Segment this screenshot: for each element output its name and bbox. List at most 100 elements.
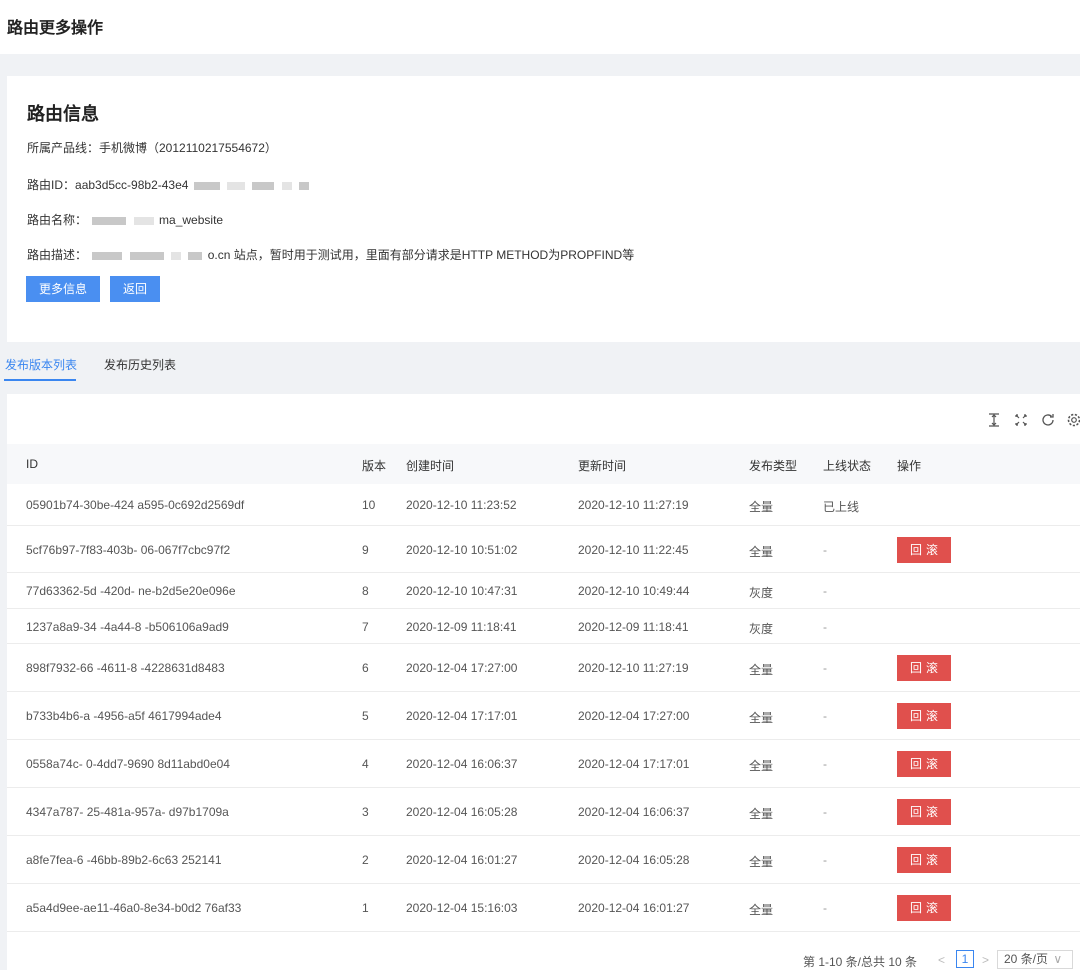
page-header: 路由更多操作 xyxy=(0,0,1080,54)
cell-created: 2020-12-10 10:47:31 xyxy=(406,584,518,598)
cell-release-type: 全量 xyxy=(749,807,774,821)
reload-icon[interactable] xyxy=(1039,412,1057,430)
redaction-mark xyxy=(129,251,164,260)
route-desc-row: 路由描述： o.cn 站点，暂时用于测试用，里面有部分请求是HTTP METHO… xyxy=(27,246,634,263)
redaction-mark xyxy=(193,181,220,190)
page-title: 路由更多操作 xyxy=(7,20,104,37)
cell-created: 2020-12-10 11:23:52 xyxy=(406,498,517,512)
cell-online-status: - xyxy=(823,661,827,675)
column-header-created: 创建时间 xyxy=(406,459,455,473)
more-info-button[interactable]: 更多信息 xyxy=(26,276,101,302)
back-button[interactable]: 返回 xyxy=(110,276,161,302)
tab-release-history[interactable]: 发布历史列表 xyxy=(104,356,176,373)
cell-updated: 2020-12-09 11:18:41 xyxy=(578,620,689,634)
cell-online-status: - xyxy=(823,853,827,867)
redaction-mark xyxy=(252,181,275,190)
tab-release-versions[interactable]: 发布版本列表 xyxy=(5,356,77,373)
rollback-button[interactable]: 回滚 xyxy=(897,655,951,681)
cell-online-status: - xyxy=(823,901,827,915)
cell-id: 1237a8a9-34 -4a44-8 -b506106a9ad9 xyxy=(26,620,229,634)
table-row: a8fe7fea-6 -46bb-89b2-6c63 252141 2 2020-1… xyxy=(7,836,1080,884)
cell-release-type: 全量 xyxy=(749,663,774,677)
next-page-icon[interactable]: > xyxy=(982,953,989,967)
active-tab-indicator xyxy=(4,379,76,381)
cell-id: 0558a74c- 0-4dd7-9690 8d11abd0e04 xyxy=(26,757,230,771)
cell-version: 1 xyxy=(362,901,369,915)
table-header: ID 版本 创建时间 更新时间 发布类型 上线状态 操作 xyxy=(7,444,1080,484)
cell-release-type: 全量 xyxy=(749,759,774,773)
cell-created: 2020-12-04 17:17:01 xyxy=(406,709,518,723)
page-size-select[interactable]: 20 条/页 ∨ xyxy=(997,950,1073,969)
table-row: 898f7932-66 -4611-8 -4228631d8483 6 2020-1… xyxy=(7,644,1080,692)
rollback-button[interactable]: 回滚 xyxy=(897,799,951,825)
rollback-button[interactable]: 回滚 xyxy=(897,703,951,729)
cell-id: 898f7932-66 -4611-8 -4228631d8483 xyxy=(26,661,225,675)
prev-page-icon[interactable]: < xyxy=(938,953,945,967)
redaction-mark xyxy=(281,181,292,190)
table-row: a5a4d9ee-ae11-46a0-8e34-b0d2 76af33 1 2020… xyxy=(7,884,1080,932)
column-height-icon[interactable] xyxy=(985,412,1003,430)
tabs-bar: 发布版本列表 发布历史列表 xyxy=(0,342,1080,394)
cell-created: 2020-12-04 16:06:37 xyxy=(406,757,518,771)
cell-version: 4 xyxy=(362,757,369,771)
column-header-release-type: 发布类型 xyxy=(749,459,798,473)
cell-online-status: - xyxy=(823,543,827,557)
rollback-button[interactable]: 回滚 xyxy=(897,847,951,873)
cell-release-type: 全量 xyxy=(749,711,774,725)
cell-created: 2020-12-04 17:27:00 xyxy=(406,661,518,675)
cell-id: 05901b74-30be-424 a595-0c692d2569df xyxy=(26,498,245,512)
table-row: b733b4b6-a -4956-a5f 4617994ade4 5 2020-12… xyxy=(7,692,1080,740)
cell-version: 6 xyxy=(362,661,369,675)
column-header-online-status: 上线状态 xyxy=(823,459,872,473)
cell-id: 5cf76b97-7f83-403b- 06-067f7cbc97f2 xyxy=(26,543,231,557)
route-name-label: 路由名称： xyxy=(27,213,88,227)
redaction-mark xyxy=(92,251,123,260)
route-info-card: 路由信息 所属产品线：手机微博（2012110217554672） 路由ID：a… xyxy=(7,76,1080,342)
redaction-mark xyxy=(227,181,246,190)
column-header-version: 版本 xyxy=(362,459,387,473)
route-desc-value: o.cn 站点，暂时用于测试用，里面有部分请求是HTTP METHOD为PROP… xyxy=(207,248,635,262)
table-row: 1237a8a9-34 -4a44-8 -b506106a9ad9 7 2020-1… xyxy=(7,609,1080,644)
cell-created: 2020-12-10 10:51:02 xyxy=(406,543,518,557)
cell-created: 2020-12-04 16:01:27 xyxy=(406,853,518,867)
table-row: 77d63362-5d -420d- ne-b2d5e20e096e 8 2020-… xyxy=(7,573,1080,609)
table-row: 5cf76b97-7f83-403b- 06-067f7cbc97f2 9 2020… xyxy=(7,526,1080,573)
table-row: 0558a74c- 0-4dd7-9690 8d11abd0e04 4 2020-1… xyxy=(7,740,1080,788)
column-header-actions: 操作 xyxy=(897,459,922,473)
page-size-value: 20 条/页 xyxy=(1004,952,1049,966)
cell-created: 2020-12-04 15:16:03 xyxy=(406,901,518,915)
cell-release-type: 灰度 xyxy=(749,622,774,636)
cell-updated: 2020-12-04 17:27:00 xyxy=(578,709,690,723)
pagination: 第 1-10 条/总共 10 条 < 1 > 20 条/页 ∨ xyxy=(0,950,1080,970)
product-line-text: 所属产品线：手机微博（2012110217554672） xyxy=(27,141,277,155)
pagination-summary: 第 1-10 条/总共 10 条 xyxy=(803,955,918,969)
page-number-current[interactable]: 1 xyxy=(956,950,974,968)
cell-created: 2020-12-09 11:18:41 xyxy=(406,620,517,634)
cell-online-status: - xyxy=(823,757,827,771)
route-name-value: ma_website xyxy=(159,213,224,227)
route-id-value: aab3d5cc-98b2-43e4 xyxy=(75,178,189,192)
chevron-down-icon: ∨ xyxy=(1053,952,1063,966)
redaction-mark xyxy=(171,251,182,260)
rollback-button[interactable]: 回滚 xyxy=(897,895,951,921)
cell-updated: 2020-12-04 17:17:01 xyxy=(578,757,690,771)
cell-updated: 2020-12-10 11:27:19 xyxy=(578,498,689,512)
fullscreen-icon[interactable] xyxy=(1012,412,1030,430)
cell-version: 3 xyxy=(362,805,369,819)
settings-icon[interactable] xyxy=(1065,412,1080,430)
cell-release-type: 全量 xyxy=(749,855,774,869)
cell-online-status: - xyxy=(823,584,827,598)
route-id-label: 路由ID： xyxy=(27,178,76,192)
cell-online-status: - xyxy=(823,805,827,819)
cell-updated: 2020-12-10 11:27:19 xyxy=(578,661,689,675)
cell-version: 10 xyxy=(362,498,376,512)
rollback-button[interactable]: 回滚 xyxy=(897,537,951,563)
cell-updated: 2020-12-10 11:22:45 xyxy=(578,543,689,557)
route-info-title: 路由信息 xyxy=(27,104,99,124)
cell-version: 7 xyxy=(362,620,369,634)
cell-version: 8 xyxy=(362,584,369,598)
rollback-button[interactable]: 回滚 xyxy=(897,751,951,777)
cell-online-status: - xyxy=(823,620,827,634)
cell-id: b733b4b6-a -4956-a5f 4617994ade4 xyxy=(26,709,222,723)
cell-online-status: 已上线 xyxy=(823,500,860,514)
